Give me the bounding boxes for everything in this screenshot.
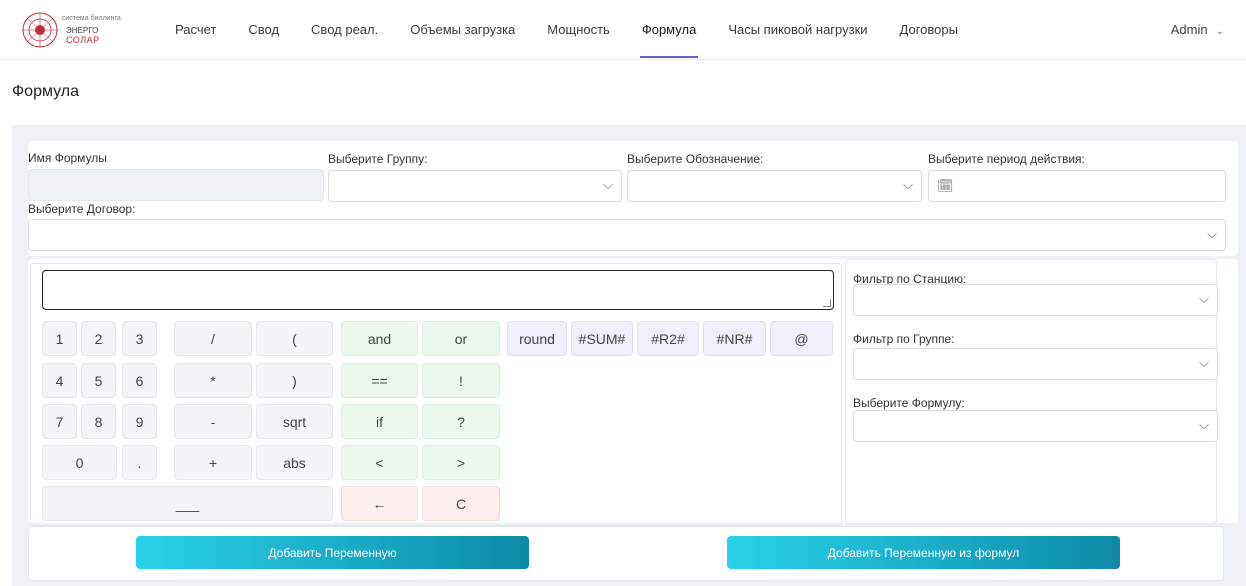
key-space[interactable]: ___ bbox=[42, 486, 333, 521]
key-7[interactable]: 7 bbox=[42, 404, 77, 439]
formula-select[interactable] bbox=[853, 410, 1218, 442]
key-if[interactable]: if bbox=[341, 404, 418, 439]
key-or[interactable]: or bbox=[422, 321, 500, 356]
key-sqrt[interactable]: sqrt bbox=[256, 404, 333, 439]
key-8[interactable]: 8 bbox=[81, 404, 116, 439]
add-variable-from-formula-button[interactable]: Добавить Переменную из формул bbox=[727, 536, 1120, 569]
key-clear[interactable]: C bbox=[422, 486, 500, 521]
key-close-paren[interactable]: ) bbox=[256, 363, 333, 398]
group-filter-select[interactable] bbox=[853, 348, 1218, 380]
key-r2[interactable]: #R2# bbox=[637, 321, 699, 356]
key-divide[interactable]: / bbox=[174, 321, 252, 356]
key-sum[interactable]: #SUM# bbox=[571, 321, 633, 356]
key-and[interactable]: and bbox=[341, 321, 418, 356]
contract-label: Выберите Договор: bbox=[28, 202, 136, 216]
main-content: Имя Формулы Выберите Группу: Выберите Об… bbox=[12, 125, 1246, 586]
key-backspace[interactable]: ← bbox=[341, 486, 418, 521]
add-variable-button[interactable]: Добавить Переменную bbox=[136, 536, 529, 569]
key-nr[interactable]: #NR# bbox=[703, 321, 766, 356]
station-filter-select[interactable] bbox=[853, 284, 1218, 316]
key-multiply[interactable]: * bbox=[174, 363, 252, 398]
designation-select[interactable] bbox=[627, 170, 922, 202]
brand-tagline: система биллинга bbox=[62, 15, 121, 22]
nav-power[interactable]: Мощность bbox=[547, 0, 610, 60]
designation-label: Выберите Обозначение: bbox=[627, 152, 764, 166]
user-menu[interactable]: Admin ⌄ bbox=[1171, 0, 1224, 60]
key-equals[interactable]: == bbox=[341, 363, 418, 398]
key-dot[interactable]: . bbox=[122, 445, 157, 480]
key-9[interactable]: 9 bbox=[122, 404, 157, 439]
formula-name-input[interactable] bbox=[28, 169, 324, 201]
key-less-than[interactable]: < bbox=[341, 445, 418, 480]
group-filter-label: Фильтр по Группе: bbox=[853, 332, 955, 346]
group-select[interactable] bbox=[328, 170, 622, 202]
nav-peak-hours[interactable]: Часы пиковой нагрузки bbox=[728, 0, 867, 60]
user-name: Admin bbox=[1170, 22, 1208, 37]
formula-name-label: Имя Формулы bbox=[28, 151, 107, 165]
key-1[interactable]: 1 bbox=[42, 321, 77, 356]
brand-name-1: ЭНЕРГО bbox=[66, 26, 99, 35]
key-not[interactable]: ! bbox=[422, 363, 500, 398]
key-5[interactable]: 5 bbox=[81, 363, 116, 398]
key-at[interactable]: @ bbox=[770, 321, 833, 356]
key-round[interactable]: round bbox=[507, 321, 567, 356]
key-4[interactable]: 4 bbox=[42, 363, 77, 398]
key-3[interactable]: 3 bbox=[122, 321, 157, 356]
nav-raschet[interactable]: Расчет bbox=[175, 0, 216, 60]
formula-form: Имя Формулы Выберите Группу: Выберите Об… bbox=[28, 141, 1238, 256]
calculator-panel: 1 2 3 4 5 6 7 8 9 0 . ___ / ( * ) - sqrt… bbox=[30, 263, 842, 526]
nav-formula[interactable]: Формула bbox=[639, 0, 699, 60]
nav-contracts[interactable]: Договоры bbox=[900, 0, 958, 60]
nav-svod[interactable]: Свод bbox=[248, 0, 279, 60]
page-title: Формула bbox=[12, 83, 80, 100]
chevron-down-icon: ⌄ bbox=[1215, 26, 1224, 37]
filter-panel: Фильтр по Станцию: Фильтр по Группе: Выб… bbox=[845, 259, 1218, 524]
formula-builder: 1 2 3 4 5 6 7 8 9 0 . ___ / ( * ) - sqrt… bbox=[28, 259, 1238, 526]
logo[interactable]: система биллинга ЭНЕРГО СОЛАР bbox=[20, 11, 140, 49]
key-0[interactable]: 0 bbox=[42, 445, 117, 480]
brand-name-2: СОЛАР bbox=[66, 35, 100, 45]
calendar-icon: 🗓 bbox=[937, 178, 954, 193]
key-plus[interactable]: + bbox=[174, 445, 252, 480]
nav-volumes-upload[interactable]: Объемы загрузка bbox=[410, 0, 515, 60]
contract-select[interactable] bbox=[28, 219, 1226, 251]
period-date-input[interactable]: 🗓 bbox=[928, 170, 1226, 202]
period-label: Выберите период действия: bbox=[928, 152, 1085, 166]
key-6[interactable]: 6 bbox=[122, 363, 157, 398]
formula-textarea[interactable] bbox=[42, 270, 834, 310]
key-minus[interactable]: - bbox=[174, 404, 252, 439]
key-2[interactable]: 2 bbox=[81, 321, 116, 356]
group-label: Выберите Группу: bbox=[328, 152, 428, 166]
key-question[interactable]: ? bbox=[422, 404, 500, 439]
key-greater-than[interactable]: > bbox=[422, 445, 500, 480]
logo-icon bbox=[22, 12, 58, 48]
key-abs[interactable]: abs bbox=[256, 445, 333, 480]
top-navbar: система биллинга ЭНЕРГО СОЛАР Расчет Сво… bbox=[0, 0, 1246, 60]
nav-svod-real[interactable]: Свод реал. bbox=[311, 0, 378, 60]
key-open-paren[interactable]: ( bbox=[256, 321, 333, 356]
action-bar: Добавить Переменную Добавить Переменную … bbox=[28, 526, 1224, 581]
formula-select-label: Выберите Формулу: bbox=[853, 396, 965, 410]
main-nav: Расчет Свод Свод реал. Объемы загрузка М… bbox=[175, 0, 990, 60]
